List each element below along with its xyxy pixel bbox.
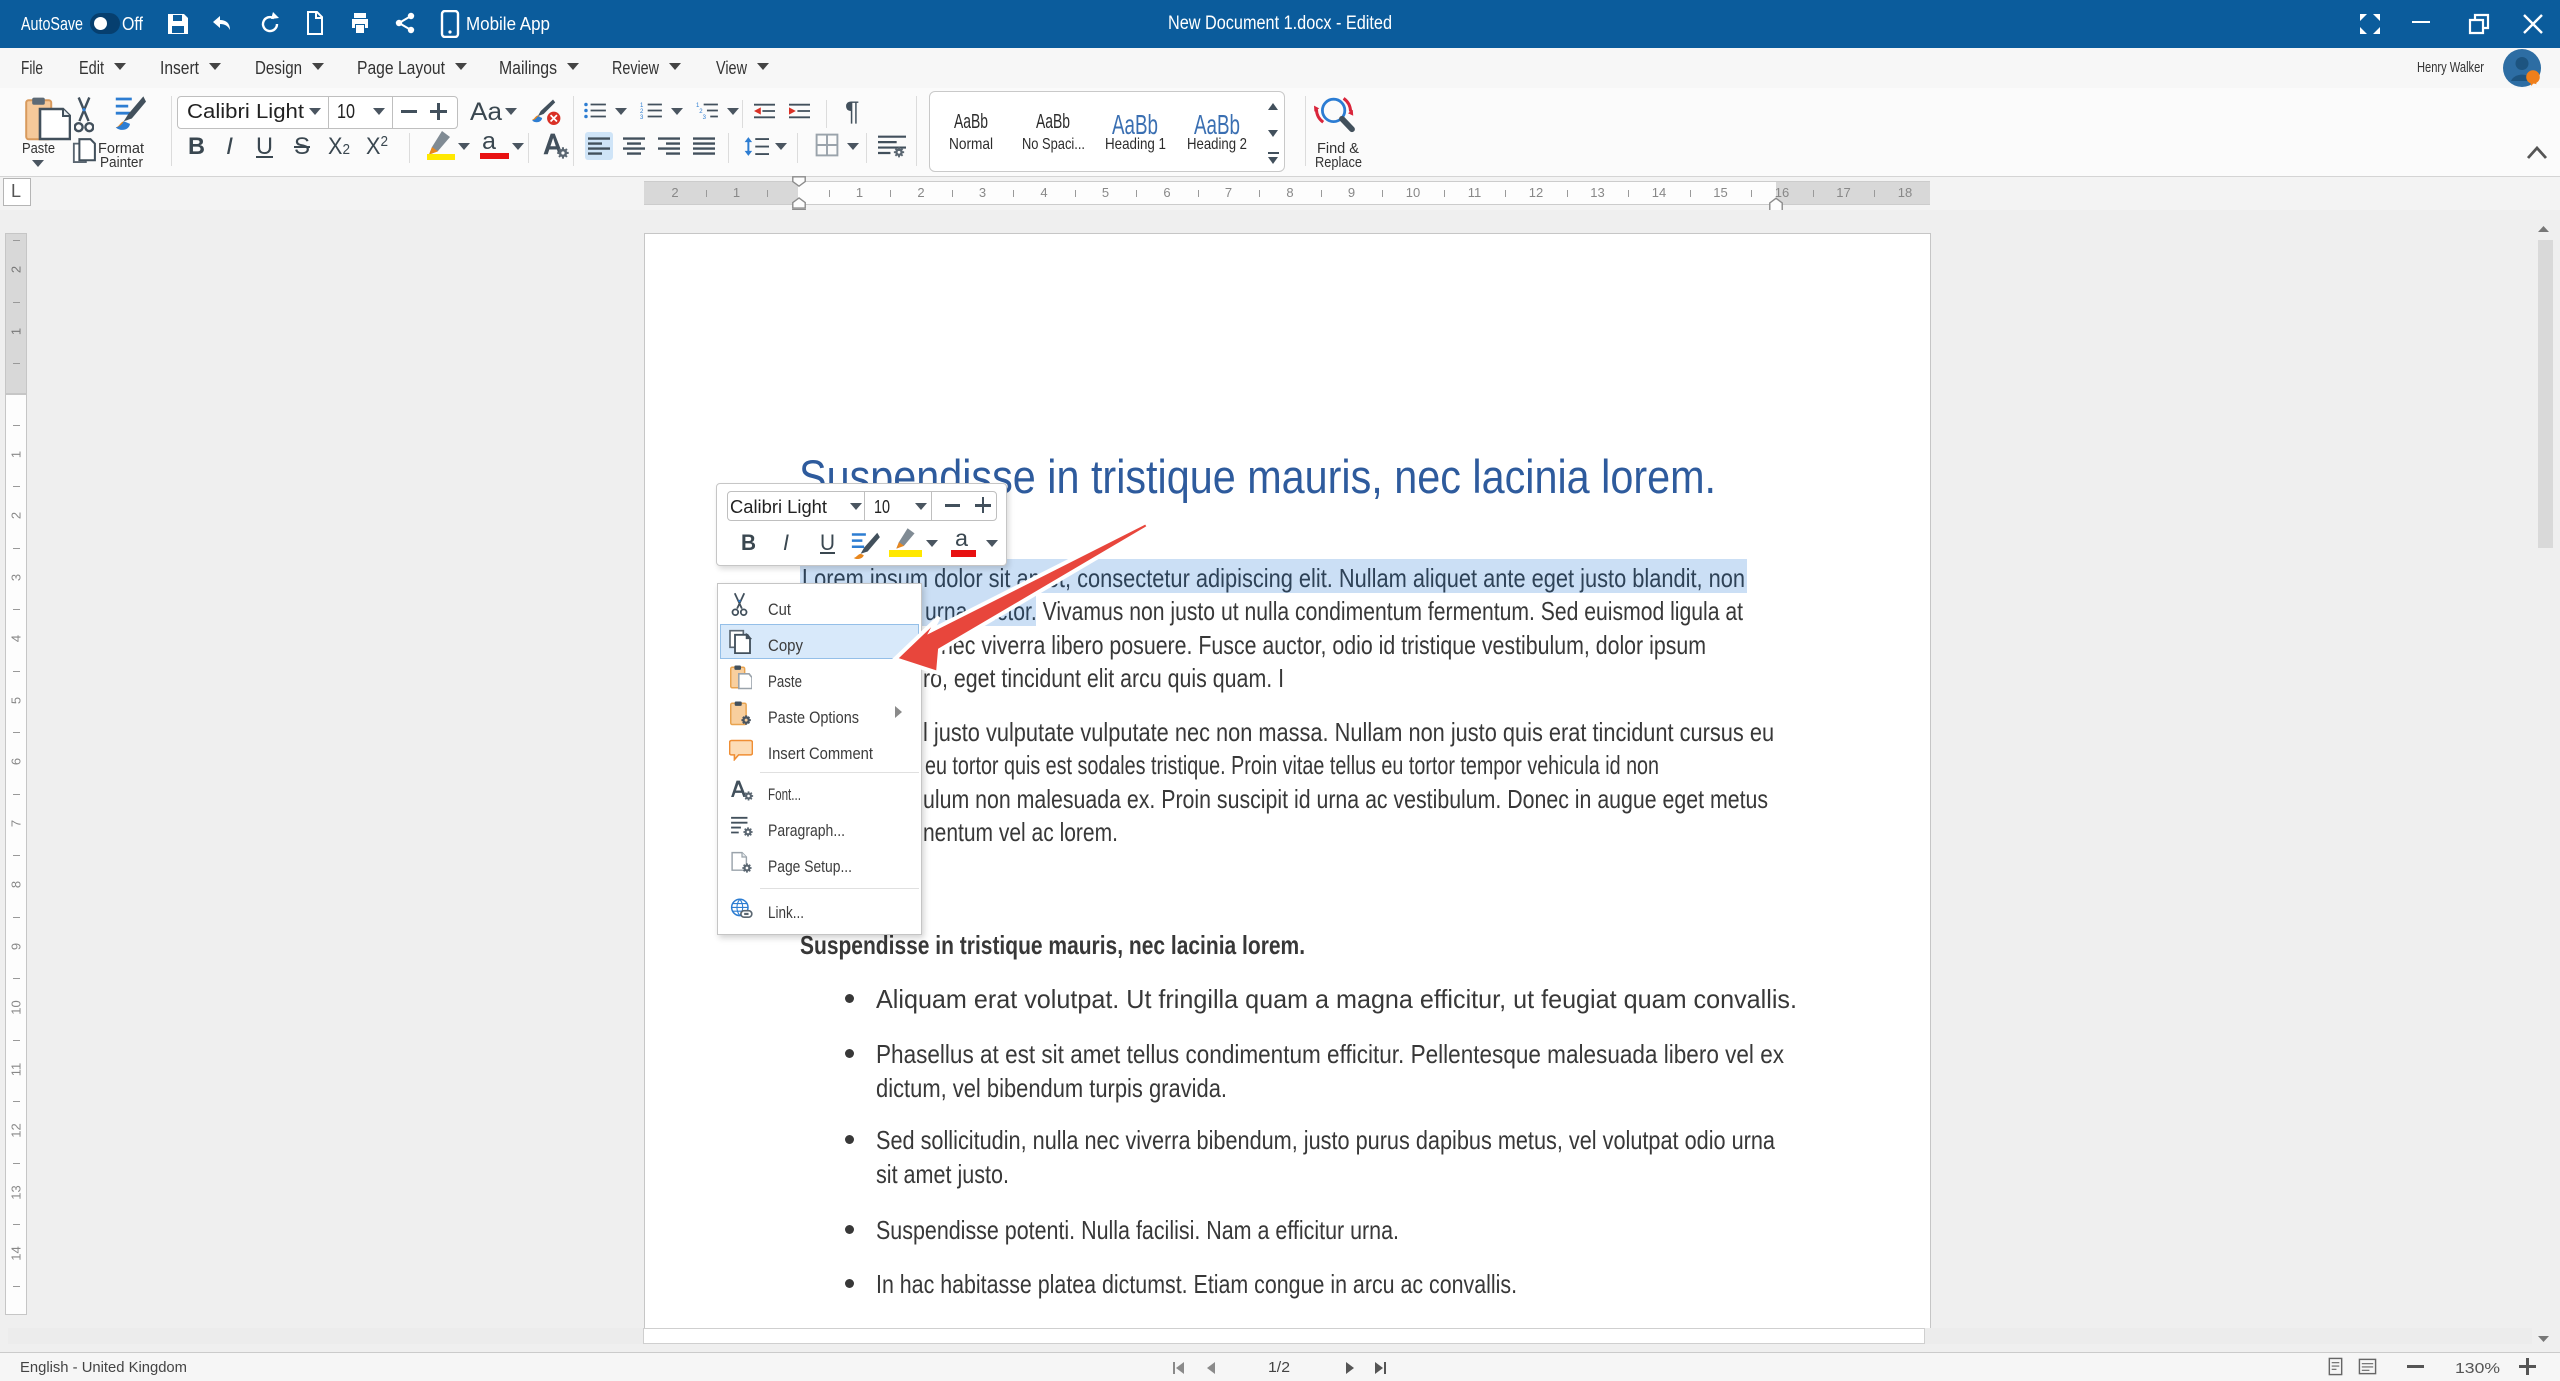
svg-text:3: 3 xyxy=(640,115,644,121)
svg-text:3: 3 xyxy=(703,115,707,121)
